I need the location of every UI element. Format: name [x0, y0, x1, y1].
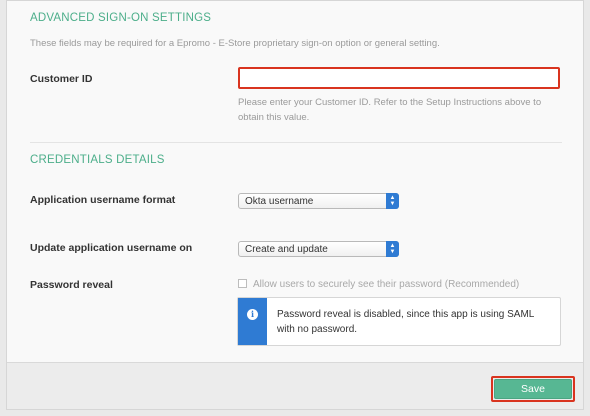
- password-reveal-checkbox-row[interactable]: Allow users to securely see their passwo…: [238, 279, 519, 290]
- select-arrows-icon: ▲ ▼: [386, 193, 399, 209]
- credentials-details-title: CREDENTIALS DETAILS: [30, 154, 165, 166]
- username-format-select[interactable]: Okta username ▲ ▼: [238, 193, 399, 209]
- password-reveal-checkbox-label: Allow users to securely see their passwo…: [253, 279, 520, 290]
- password-reveal-label: Password reveal: [30, 279, 113, 291]
- settings-panel: ADVANCED SIGN-ON SETTINGS These fields m…: [6, 0, 584, 410]
- update-on-label: Update application username on: [30, 242, 193, 254]
- advanced-sign-on-description: These fields may be required for a Eprom…: [30, 38, 440, 49]
- customer-id-input[interactable]: [238, 67, 560, 89]
- password-reveal-info-message: Password reveal is disabled, since this …: [277, 309, 534, 335]
- update-on-select[interactable]: Create and update ▲ ▼: [238, 241, 399, 257]
- username-format-value: Okta username: [245, 196, 314, 207]
- password-reveal-info-box: i Password reveal is disabled, since thi…: [237, 297, 561, 346]
- update-on-value: Create and update: [245, 244, 328, 255]
- select-arrows-icon: ▲ ▼: [386, 241, 399, 257]
- save-button[interactable]: Save: [494, 379, 572, 399]
- save-button-highlight: Save: [491, 376, 575, 402]
- customer-id-label: Customer ID: [30, 73, 93, 85]
- password-reveal-checkbox[interactable]: [238, 279, 247, 288]
- advanced-sign-on-title: ADVANCED SIGN-ON SETTINGS: [30, 12, 212, 24]
- info-icon: i: [247, 309, 258, 320]
- customer-id-help: Please enter your Customer ID. Refer to …: [238, 97, 542, 123]
- info-icon-strip: i: [238, 298, 267, 345]
- form-footer: Save: [7, 362, 583, 409]
- section-divider: [30, 142, 562, 143]
- username-format-label: Application username format: [30, 194, 176, 206]
